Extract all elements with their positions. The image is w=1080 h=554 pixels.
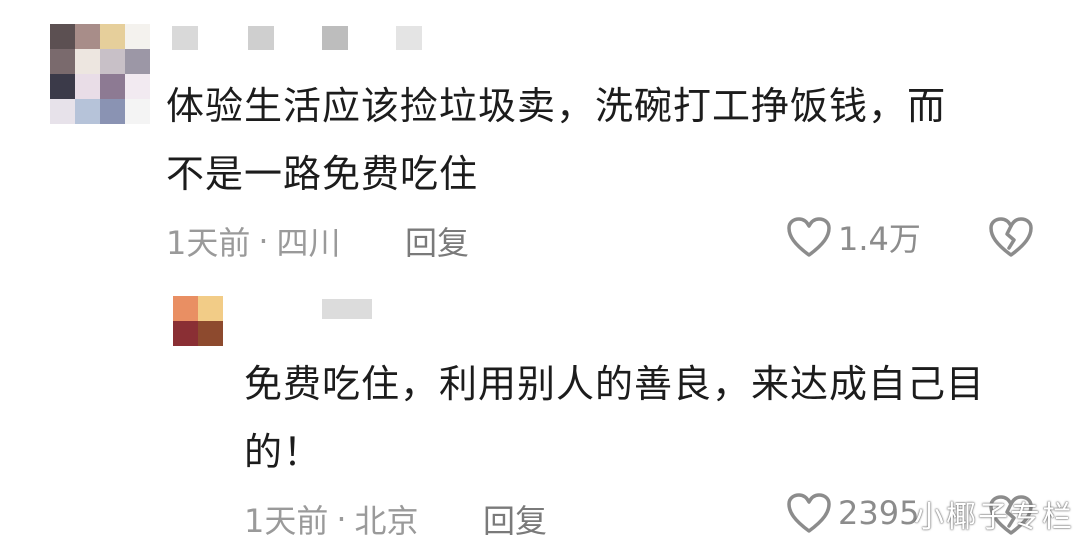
reply-like-button[interactable]: 2395 [786,492,919,534]
avatar-pixel [100,49,125,74]
reply-location: 北京 [354,502,419,540]
comment-meta: 1天前 · 四川 [166,218,341,264]
username-pixel [172,26,198,50]
avatar-pixel [100,99,125,124]
avatar-pixel [50,74,75,99]
avatar-pixel [75,49,100,74]
reply-avatar[interactable] [173,296,223,346]
comment-reply-button[interactable]: 回复 [405,218,469,264]
reply-time: 1天前 [244,502,329,540]
avatar-pixel [125,99,150,124]
avatar-pixel [125,74,150,99]
comment-text: 体验生活应该捡垃圾卖，洗碗打工挣饭钱，而 不是一路免费吃住 [166,72,946,208]
comment-username[interactable] [172,26,432,50]
comment-text-line-1: 体验生活应该捡垃圾卖，洗碗打工挣饭钱，而 [166,84,947,128]
avatar-pixel [100,24,125,49]
avatar-pixel [173,296,198,321]
avatar-pixel [173,321,198,346]
broken-heart-icon [988,217,1034,262]
comment-avatar[interactable] [50,24,150,124]
reply-text: 免费吃住，利用别人的善良，来达成自己目 的！ [244,350,985,486]
username-pixel [248,26,274,50]
meta-separator: · [336,500,347,538]
reply-reply-button[interactable]: 回复 [483,496,547,542]
avatar-pixel [50,24,75,49]
reply-like-count: 2395 [838,494,920,532]
comment-like-button[interactable]: 1.4万 [786,214,921,260]
avatar-pixel [198,321,223,346]
avatar-pixel [50,49,75,74]
watermark: 小椰子专栏 [914,500,1074,535]
reply-username[interactable] [322,299,372,319]
comment-text-line-2: 不是一路免费吃住 [166,152,479,196]
username-pixel [322,26,348,50]
avatar-pixel [100,74,125,99]
comment-dislike-button[interactable] [988,216,1034,262]
avatar-pixel [75,24,100,49]
comment-location: 四川 [276,224,341,262]
username-pixel [396,26,422,50]
reply-meta: 1天前 · 北京 [244,496,419,542]
avatar-pixel [50,99,75,124]
avatar-pixel [75,99,100,124]
heart-outline-icon [786,216,832,258]
heart-outline-icon [786,492,832,534]
comment-time: 1天前 [166,224,251,262]
comment-like-count: 1.4万 [838,220,921,258]
avatar-pixel [198,296,223,321]
reply-text-line-1: 免费吃住，利用别人的善良，来达成自己目 [244,362,986,406]
avatar-pixel [75,74,100,99]
avatar-pixel [125,24,150,49]
meta-separator: · [258,222,269,260]
reply-text-line-2: 的！ [244,430,323,474]
avatar-pixel [125,49,150,74]
